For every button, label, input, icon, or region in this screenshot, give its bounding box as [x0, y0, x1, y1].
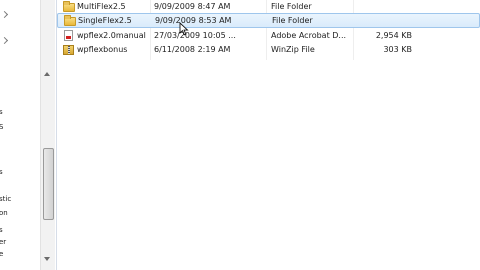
file-size: 303 KB [383, 45, 412, 54]
scroll-up-icon[interactable] [44, 72, 50, 76]
file-date: 6/11/2008 2:19 AM [154, 45, 231, 54]
nav-item[interactable]: s [0, 226, 3, 234]
nav-item[interactable]: e [0, 250, 3, 258]
file-name: wpflex2.0manual [77, 31, 146, 40]
file-row-manual[interactable]: wpflex2.0manual 27/03/2009 10:05 ... Ado… [57, 29, 480, 44]
chevron-right-icon[interactable] [0, 36, 9, 45]
file-row-bonus[interactable]: wpflexbonus 6/11/2008 2:19 AM WinZip Fil… [57, 43, 480, 58]
folder-icon [63, 1, 75, 12]
nav-item[interactable]: s [0, 108, 3, 116]
scroll-thumb[interactable] [43, 148, 54, 220]
nav-item[interactable]: er [0, 238, 6, 246]
file-name: MultiFlex2.5 [77, 2, 126, 11]
mouse-cursor-icon [179, 22, 189, 36]
file-date: 27/03/2009 10:05 ... [154, 31, 236, 40]
file-name: wpflexbonus [77, 45, 128, 54]
nav-item[interactable]: S [0, 123, 3, 131]
file-list: MultiFlex2.5 9/09/2009 8:47 AM File Fold… [57, 0, 480, 270]
file-date: 9/09/2009 8:47 AM [154, 2, 231, 11]
zip-icon [63, 44, 75, 55]
file-row-singleflex[interactable]: SingleFlex2.5 9/09/2009 8:53 AM File Fol… [57, 13, 480, 28]
file-type: Adobe Acrobat D... [271, 31, 347, 40]
nav-item[interactable]: stic [0, 195, 11, 203]
file-size: 2,954 KB [375, 31, 412, 40]
nav-tree: s S s stic on s er e [0, 0, 40, 270]
nav-item[interactable]: on [0, 209, 8, 217]
navigation-pane: s S s stic on s er e [0, 0, 57, 270]
pdf-icon [63, 30, 75, 41]
file-name: SingleFlex2.5 [78, 16, 132, 25]
folder-icon [64, 15, 76, 26]
nav-scrollbar[interactable] [40, 0, 55, 270]
file-date: 9/09/2009 8:53 AM [155, 16, 232, 25]
scroll-down-icon[interactable] [44, 257, 50, 261]
chevron-right-icon[interactable] [0, 10, 9, 19]
file-type: File Folder [271, 2, 312, 11]
nav-item[interactable]: s [0, 168, 3, 176]
file-type: File Folder [272, 16, 313, 25]
file-type: WinZip File [271, 45, 315, 54]
